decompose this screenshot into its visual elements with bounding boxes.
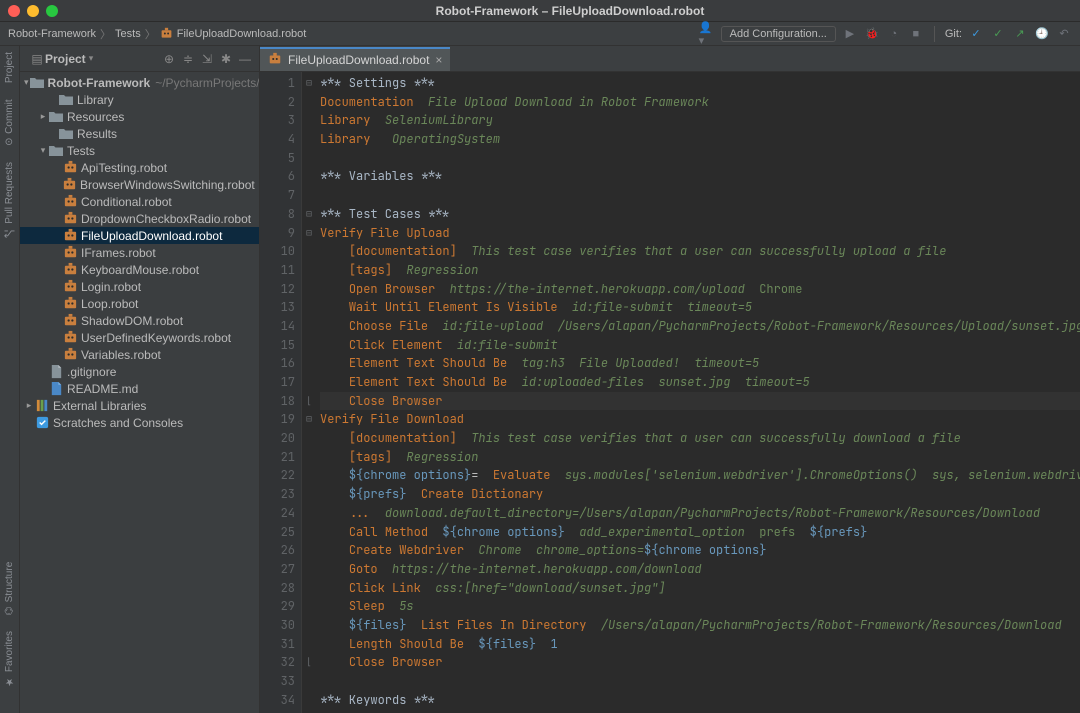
robot-file-icon [62, 279, 78, 295]
add-configuration-button[interactable]: Add Configuration... [721, 26, 836, 42]
tree-file[interactable]: Variables.robot [20, 346, 259, 363]
robot-file-icon [62, 160, 78, 176]
robot-file-icon [62, 228, 78, 244]
rail-structure[interactable]: ⌬Structure [4, 562, 15, 615]
close-window-icon[interactable] [8, 5, 20, 17]
folder-icon [58, 126, 74, 142]
project-sidebar: ▤ Project ▾ ⊕ ≑ ⇲ ✱ — ▾ Robot-Framework ~/… [20, 46, 260, 713]
folder-icon [29, 75, 45, 91]
robot-file-icon [160, 27, 173, 40]
robot-file-icon [62, 330, 78, 346]
run-icon[interactable]: ▶ [842, 26, 858, 42]
robot-file-icon [62, 262, 78, 278]
editor-tab-active[interactable]: FileUploadDownload.robot × [260, 47, 450, 71]
window-title: Robot-Framework – FileUploadDownload.rob… [68, 4, 1072, 18]
tree-file-selected[interactable]: FileUploadDownload.robot [20, 227, 259, 244]
markdown-file-icon [48, 381, 64, 397]
tree-file[interactable]: UserDefinedKeywords.robot [20, 329, 259, 346]
stop-icon[interactable]: ■ [908, 26, 924, 42]
robot-file-icon [62, 313, 78, 329]
tree-scratches[interactable]: Scratches and Consoles [20, 414, 259, 431]
git-label: Git: [945, 28, 962, 40]
tree-folder-results[interactable]: Results [20, 125, 259, 142]
maximize-window-icon[interactable] [46, 5, 58, 17]
hide-icon[interactable]: — [237, 51, 253, 67]
git-update-icon[interactable]: ✓ [968, 26, 984, 42]
user-icon[interactable]: 👤▾ [699, 26, 715, 42]
rail-favorites[interactable]: ★Favorites [4, 631, 15, 687]
tab-label: FileUploadDownload.robot [288, 53, 429, 67]
rail-pull-requests[interactable]: ⎇Pull Requests [4, 162, 15, 239]
code-editor[interactable]: 1234567891011121314151617181920212223242… [260, 72, 1080, 713]
tree-file-gitignore[interactable]: .gitignore [20, 363, 259, 380]
toolbar-actions: 👤▾ Add Configuration... ▶ 🐞 ◔ ■ Git: ✓ ✓… [699, 26, 1072, 42]
nav-bar: Robot-Framework 〉 Tests 〉 FileUploadDown… [0, 22, 1080, 46]
code-content[interactable]: *** Settings *** Documentation File Uplo… [316, 72, 1080, 713]
robot-file-icon [62, 177, 77, 193]
tree-folder-tests[interactable]: ▾Tests [20, 142, 259, 159]
robot-file-icon [268, 52, 282, 69]
tree-file-readme[interactable]: README.md [20, 380, 259, 397]
sidebar-header: ▤ Project ▾ ⊕ ≑ ⇲ ✱ — [20, 46, 259, 72]
tree-external-libraries[interactable]: ▸External Libraries [20, 397, 259, 414]
tree-file[interactable]: ShadowDOM.robot [20, 312, 259, 329]
robot-file-icon [62, 296, 78, 312]
debug-icon[interactable]: 🐞 [864, 26, 880, 42]
folder-icon [58, 92, 74, 108]
breadcrumb-sep-icon: 〉 [145, 26, 156, 42]
tree-file[interactable]: Conditional.robot [20, 193, 259, 210]
robot-file-icon [62, 347, 78, 363]
separator [934, 26, 935, 42]
robot-file-icon [62, 245, 78, 261]
settings-icon[interactable]: ✱ [218, 51, 234, 67]
file-icon [48, 364, 64, 380]
editor-area: FileUploadDownload.robot × 1234567891011… [260, 46, 1080, 713]
git-history-icon[interactable]: 🕘 [1034, 26, 1050, 42]
tree-file[interactable]: Login.robot [20, 278, 259, 295]
line-gutter: 1234567891011121314151617181920212223242… [260, 72, 302, 713]
tree-root[interactable]: ▾Robot-Framework~/PycharmProjects/ [20, 74, 259, 91]
git-commit-icon[interactable]: ✓ [990, 26, 1006, 42]
breadcrumb-folder[interactable]: Tests [115, 28, 141, 40]
breadcrumb[interactable]: Robot-Framework 〉 Tests 〉 FileUploadDown… [8, 26, 306, 42]
tree-file[interactable]: ApiTesting.robot [20, 159, 259, 176]
sidebar-title[interactable]: Project [45, 52, 86, 66]
tree-file[interactable]: KeyboardMouse.robot [20, 261, 259, 278]
tree-file[interactable]: DropdownCheckboxRadio.robot [20, 210, 259, 227]
chevron-down-icon[interactable]: ▾ [89, 53, 94, 64]
libraries-icon [34, 398, 50, 414]
breadcrumb-root[interactable]: Robot-Framework [8, 28, 96, 40]
tree-root-path: ~/PycharmProjects/ [155, 76, 259, 90]
folder-icon [48, 143, 64, 159]
tree-file[interactable]: IFrames.robot [20, 244, 259, 261]
tree-root-label: Robot-Framework [48, 76, 151, 90]
robot-file-icon [62, 194, 78, 210]
rail-commit[interactable]: ⊙Commit [4, 99, 15, 146]
editor-tabbar: FileUploadDownload.robot × [260, 46, 1080, 72]
robot-file-icon [62, 211, 78, 227]
run-coverage-icon[interactable]: ◔ [886, 26, 902, 42]
git-push-icon[interactable]: ↗ [1012, 26, 1028, 42]
git-rollback-icon[interactable]: ↶ [1056, 26, 1072, 42]
project-tree[interactable]: ▾Robot-Framework~/PycharmProjects/ Libra… [20, 72, 259, 713]
breadcrumb-file[interactable]: FileUploadDownload.robot [177, 28, 307, 40]
collapse-all-icon[interactable]: ⇲ [199, 51, 215, 67]
window-controls [8, 5, 58, 17]
scratches-icon [34, 415, 50, 431]
tree-file[interactable]: BrowserWindowsSwitching.robot [20, 176, 259, 193]
locate-icon[interactable]: ⊕ [161, 51, 177, 67]
close-tab-icon[interactable]: × [435, 53, 442, 67]
title-bar: Robot-Framework – FileUploadDownload.rob… [0, 0, 1080, 22]
folder-icon [48, 109, 64, 125]
project-icon: ▤ [29, 51, 45, 67]
left-tool-rail: Project ⊙Commit ⎇Pull Requests ⌬Structur… [0, 46, 20, 713]
fold-column[interactable]: ⊟⊟⊟⌊⊟⌊ [302, 72, 316, 713]
tree-folder-resources[interactable]: ▸Resources [20, 108, 259, 125]
tree-file[interactable]: Loop.robot [20, 295, 259, 312]
rail-project[interactable]: Project [4, 52, 15, 83]
tree-folder-library[interactable]: Library [20, 91, 259, 108]
breadcrumb-sep-icon: 〉 [100, 26, 111, 42]
minimize-window-icon[interactable] [27, 5, 39, 17]
expand-all-icon[interactable]: ≑ [180, 51, 196, 67]
